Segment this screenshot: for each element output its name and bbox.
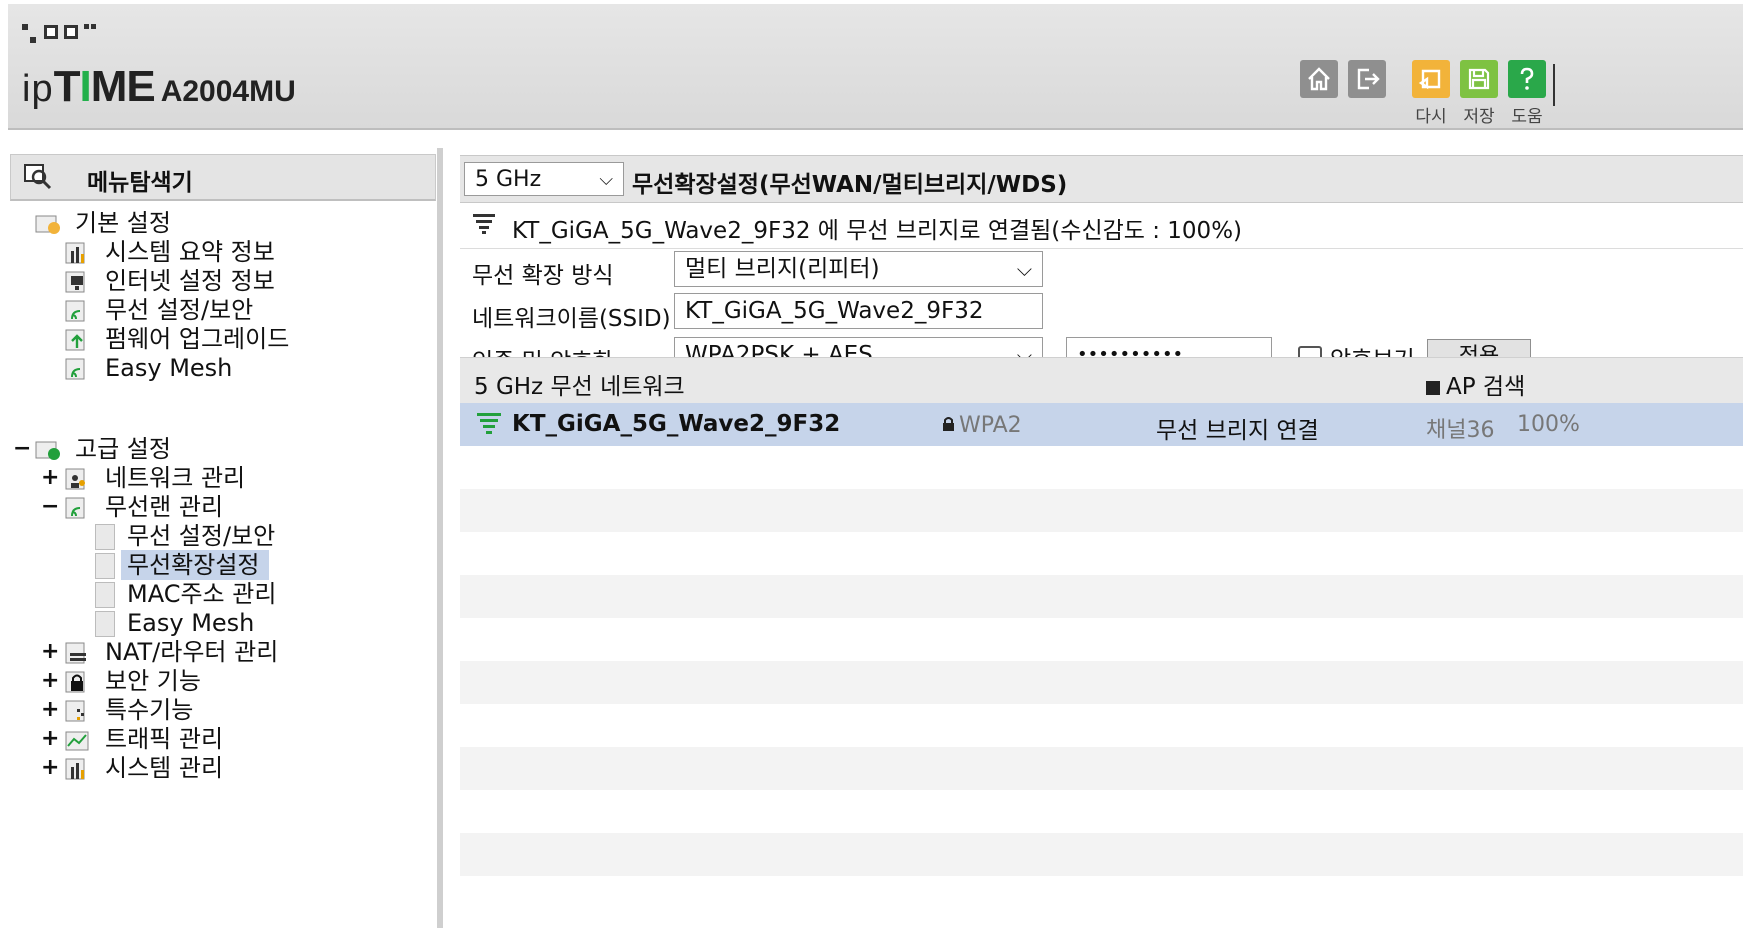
title-bar: 5 GHz ⌵ 무선확장설정(무선WAN/멀티브리지/WDS): [460, 155, 1743, 203]
save-button[interactable]: [1460, 60, 1498, 98]
reset-button[interactable]: [1412, 60, 1450, 98]
help-button[interactable]: [1508, 60, 1546, 98]
header: ipTIME A2004MU 다시 저장 도움: [8, 4, 1743, 130]
logout-button[interactable]: [1348, 60, 1386, 98]
chevron-down-icon: ⌵: [1016, 257, 1032, 281]
empty-row: [460, 661, 1743, 704]
home-icon: [1308, 67, 1330, 91]
traffic-chart-icon: [65, 731, 89, 751]
ssid-input[interactable]: KT_GiGA_5G_Wave2_9F32: [674, 293, 1043, 329]
menu-explorer-label: 메뉴탐색기: [87, 170, 193, 196]
page-icon: [95, 611, 115, 637]
wifi-doc-icon: [65, 300, 85, 322]
logout-icon: [1357, 68, 1380, 90]
special-icon: [65, 700, 85, 722]
lock-icon: [942, 413, 955, 438]
wireless-collapse-toggle[interactable]: −: [41, 492, 59, 522]
reset-label: 다시: [1415, 107, 1447, 127]
header-separator: [1553, 64, 1555, 106]
network-list-title: 5 GHz 무선 네트워크: [474, 374, 685, 400]
save-label: 저장: [1463, 107, 1495, 127]
home-button[interactable]: [1300, 60, 1338, 98]
network-list: KT_GiGA_5G_Wave2_9F32 WPA2 무선 브리지 연결 채널3…: [460, 403, 1743, 876]
mode-select[interactable]: 멀티 브리지(리피터) ⌵: [674, 251, 1043, 287]
empty-row: [460, 618, 1743, 661]
chart-icon: [65, 758, 85, 780]
upgrade-icon: [65, 329, 85, 351]
security-expand-toggle[interactable]: +: [41, 666, 59, 696]
empty-row: [460, 489, 1743, 532]
ssid-label: 네트워크이름(SSID): [472, 306, 671, 332]
mode-row: 무선 확장 방식 멀티 브리지(리피터) ⌵: [460, 248, 1743, 291]
empty-row: [460, 575, 1743, 618]
mesh-icon: [65, 358, 85, 380]
network-signal: 100%: [1517, 412, 1580, 437]
network-expand-toggle[interactable]: +: [41, 463, 59, 493]
chart-icon: [65, 242, 85, 264]
signal-icon: [473, 214, 495, 234]
network-row[interactable]: KT_GiGA_5G_Wave2_9F32 WPA2 무선 브리지 연결 채널3…: [460, 403, 1743, 446]
model-name: A2004MU: [160, 75, 296, 108]
folder-icon: [35, 441, 60, 460]
network-channel: 채널36: [1426, 418, 1495, 443]
folder-icon: [35, 215, 60, 234]
wifi-doc-icon: [65, 497, 85, 519]
network-icon: [65, 468, 85, 490]
menu-explorer[interactable]: 메뉴탐색기: [10, 154, 436, 201]
special-expand-toggle[interactable]: +: [41, 695, 59, 725]
router-icon: [65, 642, 86, 664]
network-ssid: KT_GiGA_5G_Wave2_9F32: [512, 411, 841, 437]
page-icon: [95, 524, 115, 550]
main-panel: 5 GHz ⌵ 무선확장설정(무선WAN/멀티브리지/WDS) KT_GiGA_…: [460, 155, 1743, 928]
chevron-down-icon: ⌵: [599, 169, 613, 190]
question-icon: [1520, 67, 1534, 90]
empty-row: [460, 833, 1743, 876]
empty-row: [460, 532, 1743, 575]
search-icon: [24, 164, 52, 190]
traffic-expand-toggle[interactable]: +: [41, 724, 59, 754]
empty-row: [460, 790, 1743, 833]
nat-expand-toggle[interactable]: +: [41, 637, 59, 667]
monitor-icon: [65, 271, 85, 293]
network-status: 무선 브리지 연결: [1156, 418, 1319, 444]
mode-label: 무선 확장 방식: [472, 263, 614, 289]
lock-icon: [65, 671, 85, 693]
undo-icon: [1418, 69, 1441, 90]
logo-mark: [22, 24, 96, 43]
help-label: 도움: [1511, 107, 1543, 127]
page-icon: [95, 553, 115, 579]
connection-status: KT_GiGA_5G_Wave2_9F32 에 무선 브리지로 연결됨(수신감도…: [460, 202, 1743, 249]
ssid-row: 네트워크이름(SSID) KT_GiGA_5G_Wave2_9F32: [460, 291, 1743, 334]
empty-row: [460, 747, 1743, 790]
ap-search-button[interactable]: AP 검색: [1426, 367, 1525, 401]
advanced-collapse-toggle[interactable]: −: [13, 434, 31, 464]
empty-row: [460, 704, 1743, 747]
network-security: WPA2: [942, 413, 1022, 438]
band-select[interactable]: 5 GHz ⌵: [464, 162, 624, 196]
search-square-icon: [1426, 381, 1440, 395]
sidebar: 메뉴탐색기 기본 설정 시스템 요약 정보 인터넷 설정 정보 무선 설정/보안…: [5, 148, 443, 928]
empty-row: [460, 446, 1743, 489]
system-expand-toggle[interactable]: +: [41, 753, 59, 783]
signal-icon: [477, 413, 501, 434]
brand-logo: ipTIME A2004MU: [22, 62, 296, 111]
floppy-icon: [1468, 68, 1490, 90]
network-list-header: 5 GHz 무선 네트워크 AP 검색: [460, 357, 1743, 404]
page-icon: [95, 582, 115, 608]
status-text: KT_GiGA_5G_Wave2_9F32 에 무선 브리지로 연결됨(수신감도…: [512, 218, 1243, 244]
page-title: 무선확장설정(무선WAN/멀티브리지/WDS): [632, 172, 1068, 198]
